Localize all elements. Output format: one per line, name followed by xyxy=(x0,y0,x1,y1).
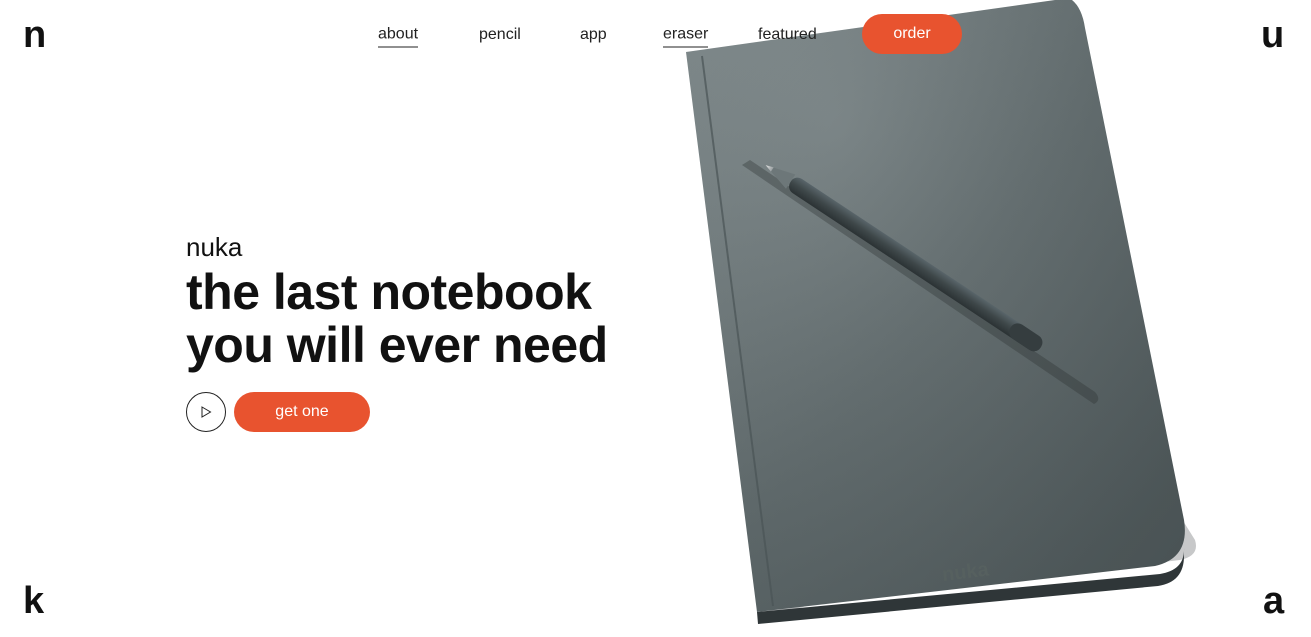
nav-link-pencil[interactable]: pencil xyxy=(479,27,521,47)
get-one-button[interactable]: get one xyxy=(234,392,370,432)
order-button[interactable]: order xyxy=(862,14,962,54)
hero-brand: nuka xyxy=(186,232,243,262)
notebook-with-pencil-image: nuka xyxy=(686,0,1196,624)
headline-line-2: you will ever need xyxy=(186,317,608,373)
hero-section: nuka the last notebook you will ever nee… xyxy=(186,232,608,432)
nav-link-eraser[interactable]: eraser xyxy=(663,26,709,48)
nav-link-about[interactable]: about xyxy=(378,26,419,48)
play-triangle-icon xyxy=(201,406,212,418)
notebook-cover-sheen xyxy=(686,0,1185,612)
play-video-button[interactable] xyxy=(186,392,226,432)
cta-row: get one xyxy=(186,392,370,432)
corner-letter-bottom-left: k xyxy=(23,580,45,622)
hero-headline: the last notebook you will ever need xyxy=(186,266,608,372)
corner-letter-bottom-right: a xyxy=(1263,580,1285,622)
main-nav: about pencil app eraser featured order xyxy=(0,14,1311,54)
nav-link-featured[interactable]: featured xyxy=(758,27,817,47)
headline-line-1: the last notebook xyxy=(186,264,592,320)
nav-link-app[interactable]: app xyxy=(580,27,607,47)
